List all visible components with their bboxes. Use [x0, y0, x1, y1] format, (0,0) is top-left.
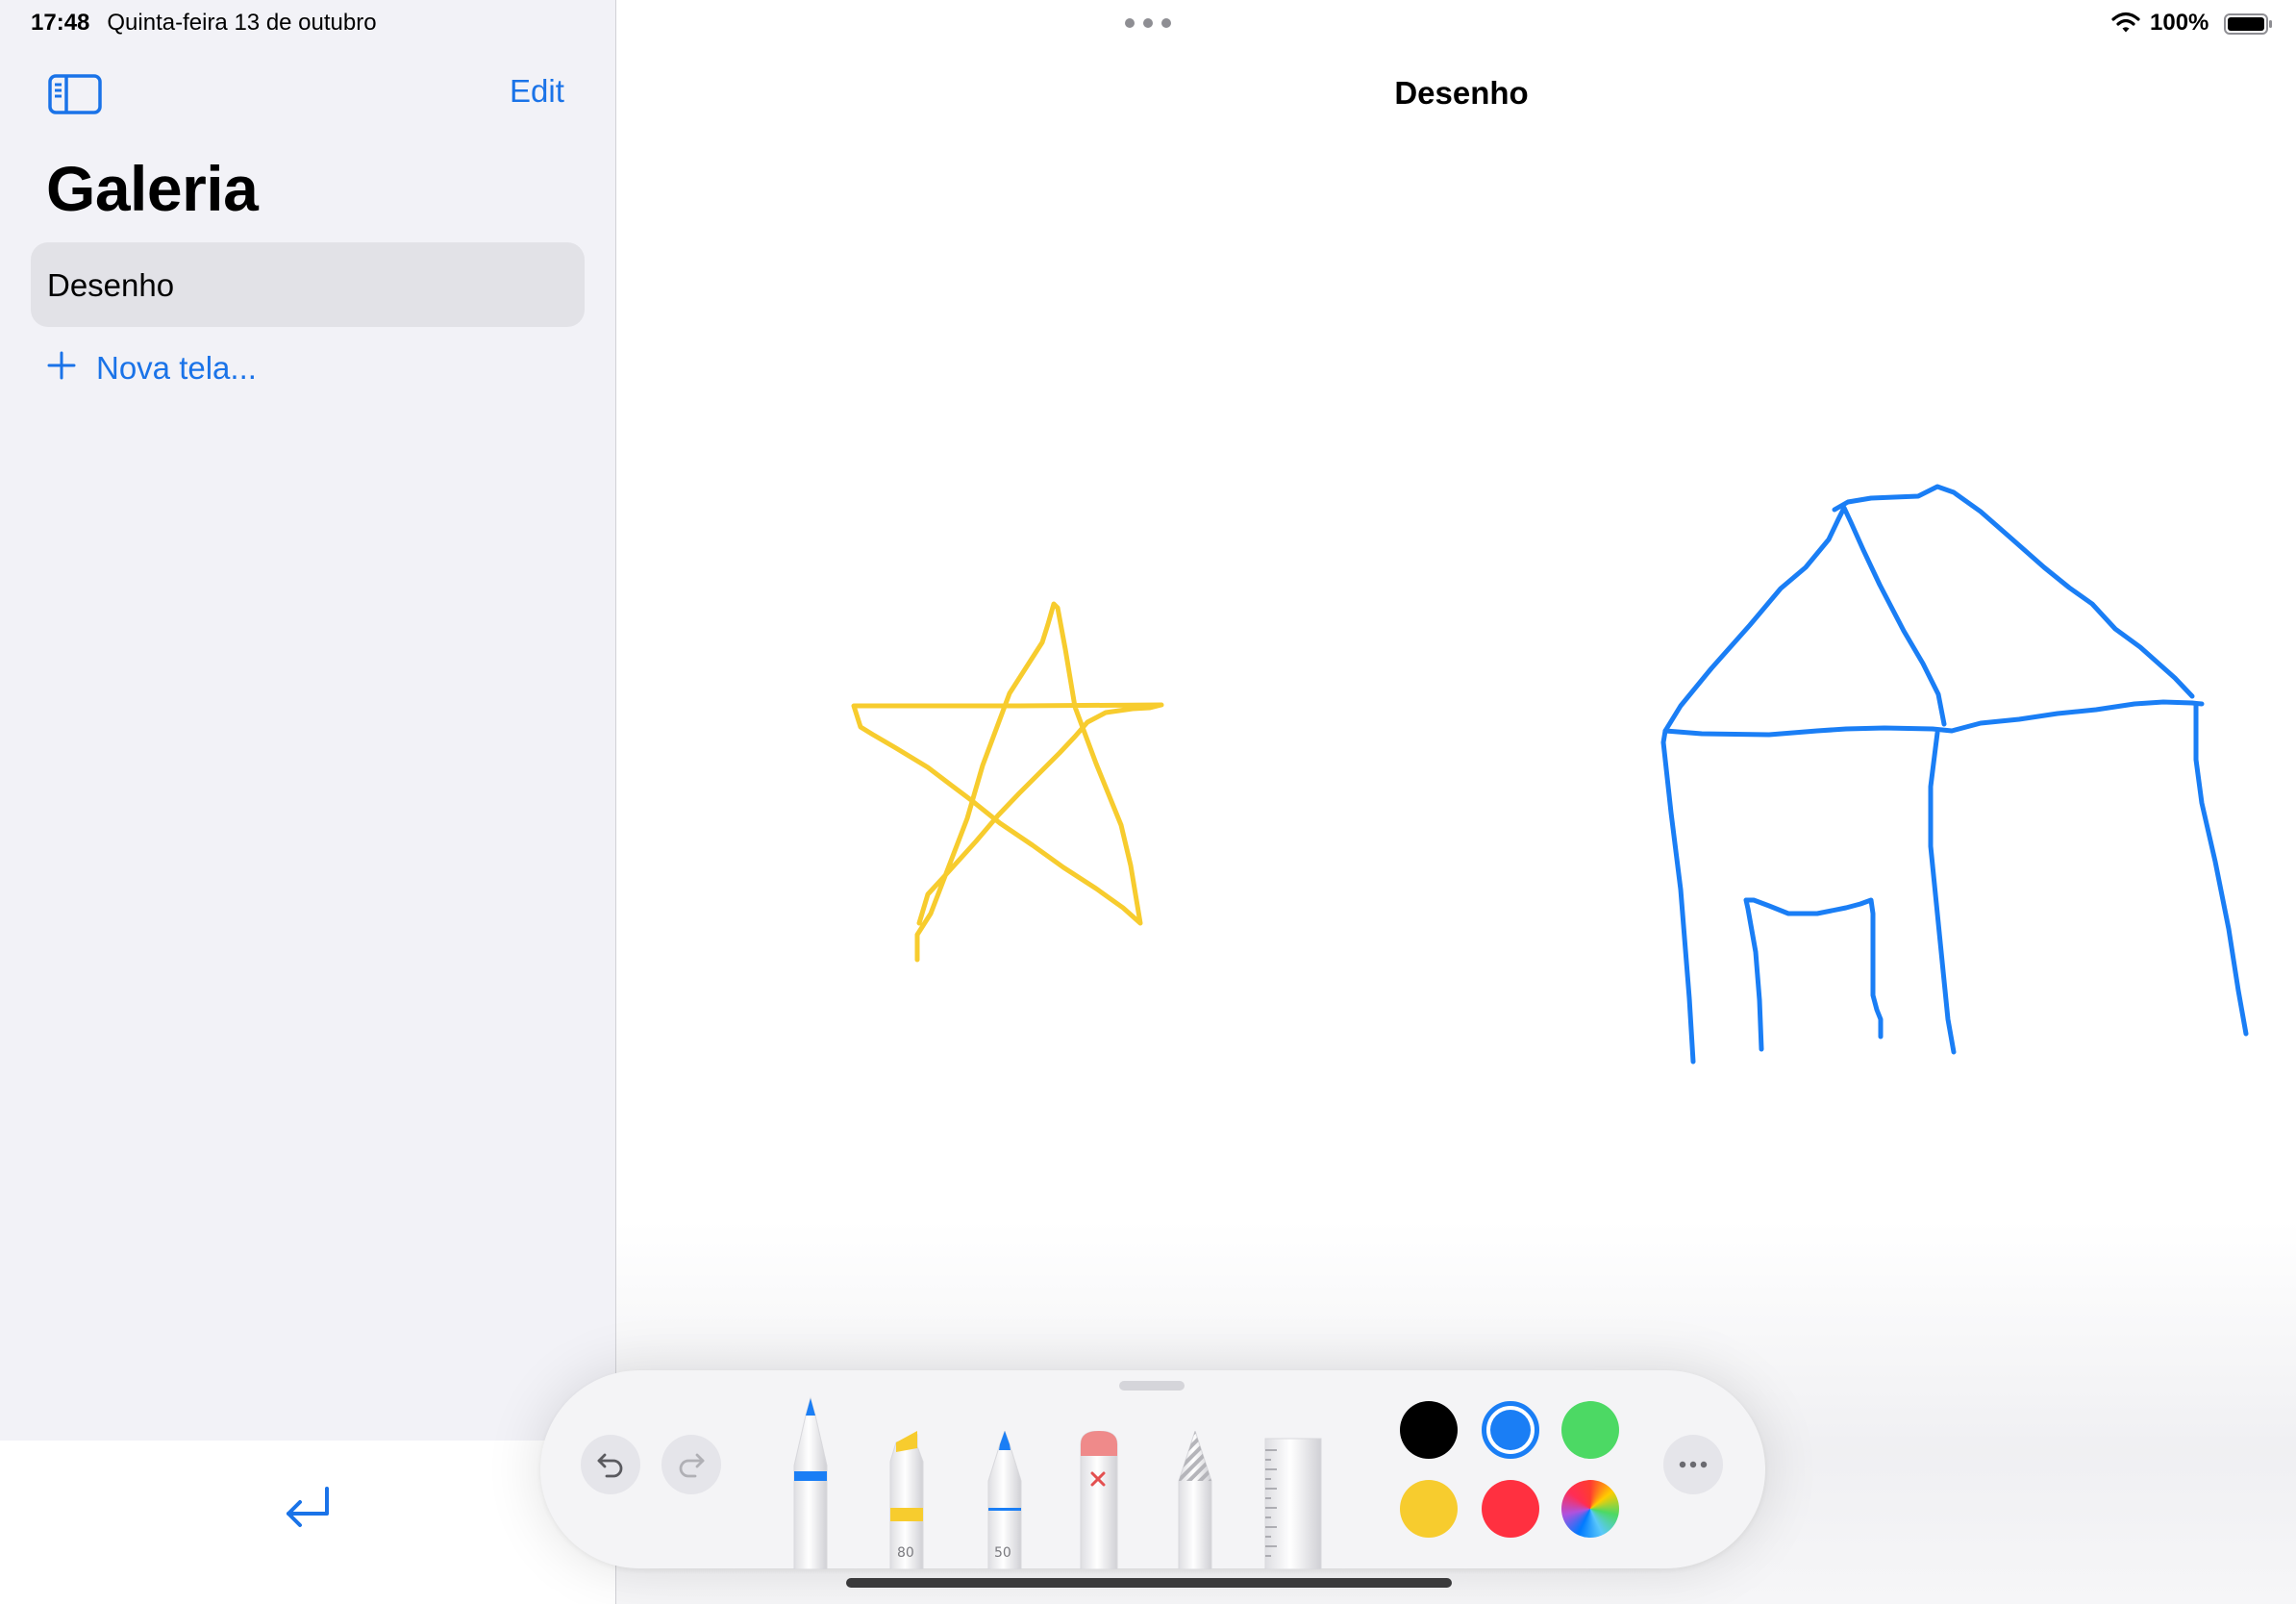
tool-palette [540, 1370, 1765, 1568]
lasso-tool[interactable] [1171, 1431, 1219, 1569]
undo-icon[interactable] [581, 1435, 640, 1494]
color-swatch-red[interactable] [1482, 1480, 1539, 1538]
marker-width-label: 80 [897, 1545, 914, 1561]
color-swatch-blue[interactable] [1482, 1401, 1539, 1459]
redo-icon[interactable] [661, 1435, 721, 1494]
color-swatch-yellow[interactable] [1400, 1480, 1458, 1538]
home-indicator[interactable] [846, 1578, 1452, 1588]
star-drawing [851, 601, 1164, 963]
color-swatch-black[interactable] [1400, 1401, 1458, 1459]
color-picker-multicolor[interactable] [1561, 1480, 1619, 1538]
ruler-tool[interactable] [1263, 1437, 1325, 1569]
pencil-width-label: 50 [994, 1545, 1011, 1561]
color-swatch-green[interactable] [1561, 1401, 1619, 1459]
ellipsis-icon[interactable] [1663, 1435, 1723, 1494]
house-drawing [1660, 484, 2249, 1065]
eraser-tool[interactable] [1075, 1431, 1123, 1569]
palette-grabber[interactable] [1119, 1381, 1185, 1391]
pen-tool[interactable] [786, 1396, 835, 1569]
